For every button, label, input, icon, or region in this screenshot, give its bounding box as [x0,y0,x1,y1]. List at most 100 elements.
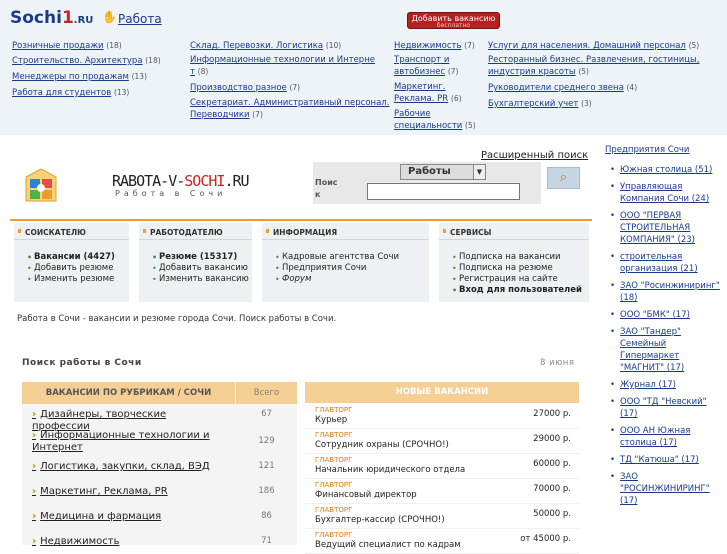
search-type-select[interactable]: Работы ▼ [400,164,486,180]
top-category[interactable]: Ресторанный бизнес. Развлечения, гостини… [488,55,713,78]
sidebar-item[interactable]: ООО "ПЕРВАЯ СТРОИТЕЛЬНАЯ КОМПАНИЯ" (23) [620,211,695,245]
company-name: ГЛАВТОРГ [315,431,353,439]
company-name: ГЛАВТОРГ [315,456,353,464]
vacancy-title[interactable]: Ведущий специалист по кадрам [315,540,461,550]
sidebar-item[interactable]: ООО "БМК" (17) [620,310,690,320]
rubric-link[interactable]: Недвижимость [32,536,222,548]
sidebar-item[interactable]: Журнал (17) [620,380,676,390]
sidebar-title[interactable]: Предприятия Сочи [605,145,689,155]
rubric-count: 186 [258,486,275,496]
vacancy-salary: 70000 р. [533,484,571,494]
rubric-link[interactable]: Маркетинг, Реклама, PR [32,486,222,498]
link-agencies[interactable]: Кадровые агентства Сочи [275,252,429,263]
search-input[interactable] [367,183,520,200]
table-row[interactable]: ГЛАВТОРГ Курьер 27000 р. [305,404,579,429]
search-button[interactable]: ⌕ [547,167,580,189]
box-title: ИНФОРМАЦИЯ [273,228,338,237]
rubrics-table: ВАКАНСИИ ПО РУБРИКАМ / СОЧИ Всего Дизайн… [22,382,297,548]
rubric-link[interactable]: Информационные технологии и Интернет [32,430,222,454]
rubric-count: 67 [261,409,272,419]
box-employer: РАБОТОДАТЕЛЮ Резюме (15317) Добавить вак… [139,223,252,302]
top-category[interactable]: Руководители среднего звена (4) [488,82,713,94]
table-row[interactable]: ГЛАВТОРГ Финансовый директор 70000 р. [305,479,579,504]
table-row[interactable]: ГЛАВТОРГ Ведущий специалист по кадрам от 4… [305,529,579,554]
divider [10,219,592,221]
link-companies[interactable]: Предприятия Сочи [275,263,429,274]
link-vacancies[interactable]: Вакансии (4427) [27,252,129,263]
rubric-count: 86 [261,511,272,521]
section-date: 8 июня [540,358,575,368]
sidebar-item[interactable]: ЗАО "Росинжиниринг" (18) [620,281,720,303]
vacancy-salary: 50000 р. [533,509,571,519]
vacancy-salary: 60000 р. [533,459,571,469]
link-login[interactable]: Вход для пользователей [452,285,589,296]
chevron-down-icon: ▼ [473,165,485,179]
vacancy-title[interactable]: Курьер [315,415,347,425]
new-vacancies-header: НОВЫЕ ВАКАНСИИ [305,382,579,403]
sidebar-list: Южная столица (51) Управляющая Компания … [610,164,722,512]
table-row[interactable]: ГЛАВТОРГ Сотрудник охраны (СРОЧНО!) 29000 … [305,429,579,454]
advanced-search-link[interactable]: Расширенный поиск [481,150,588,161]
sidebar-item[interactable]: Южная столица (51) [620,165,712,175]
link-sub-vacancies[interactable]: Подписка на вакансии [452,252,589,263]
link-register[interactable]: Регистрация на сайте [452,274,589,285]
top-category[interactable]: Секретариат. Административный персонал. … [190,98,390,121]
sidebar-item[interactable]: строительная организация (21) [620,252,698,274]
top-category[interactable]: Транспорт и автобизнес (7) [394,55,474,78]
rubric-count: 121 [258,461,275,471]
company-name: ГЛАВТОРГ [315,481,353,489]
top-category[interactable]: Менеджеры по продажам (13) [12,71,182,83]
vacancy-title[interactable]: Начальник юридического отдела [315,465,465,475]
rubric-link[interactable]: Медицина и фармация [32,511,222,523]
link-add-resume[interactable]: Добавить резюме [27,263,129,274]
intro-text: Работа в Сочи - вакансии и резюме города… [17,314,337,324]
sidebar-item[interactable]: ООО АН Южная столица (17) [620,426,690,448]
table-row[interactable]: ГЛАВТОРГ Начальник юридического отдела 600… [305,454,579,479]
top-category[interactable]: Бухгалтерский учет (3) [488,98,713,110]
sidebar-item[interactable]: ЗАО "РОСИНЖИНИРИНГ" (17) [620,472,710,506]
rubrics-total-header: Всего [236,382,297,404]
sidebar-item[interactable]: Управляющая Компания Сочи (24) [620,182,709,204]
sidebar-item[interactable]: ЗАО "Тандер" Семейный Гипермаркет "МАГНИ… [620,327,684,373]
top-category[interactable]: Услуги для населения. Домашний персонал … [488,40,723,52]
sidebar-item[interactable]: ТД "Катюша" (17) [620,455,699,465]
search-label: Поис к [315,178,338,199]
top-category[interactable]: Производство разное (7) [190,82,380,94]
box-seeker: СОИСКАТЕЛЮ Вакансии (4427) Добавить резю… [14,223,129,302]
box-info: ИНФОРМАЦИЯ Кадровые агентства Сочи Предп… [262,223,429,302]
top-category[interactable]: Маркетинг. Реклама. PR (6) [394,82,474,105]
handshake-icon: ✋ [102,10,117,24]
company-name: ГЛАВТОРГ [315,531,353,539]
new-vacancies-table: НОВЫЕ ВАКАНСИИ ГЛАВТОРГ Курьер 27000 р. ГЛ… [305,382,579,554]
link-forum[interactable]: Форум [275,274,429,285]
table-row[interactable]: ГЛАВТОРГ Бухгалтер-кассир (СРОЧНО!) 50000 … [305,504,579,529]
company-name: ГЛАВТОРГ [315,506,353,514]
sidebar-item[interactable]: ООО "ТД "Невский" (17) [620,397,707,419]
top-category[interactable]: Розничные продажи (18) [12,40,182,52]
top-category[interactable]: Строительство. Архитектура (18) [12,55,182,67]
top-category[interactable]: Работа для студентов (13) [12,87,182,99]
section-link-rabota[interactable]: Работа [118,12,162,26]
link-edit-resume[interactable]: Изменить резюме [27,274,129,285]
vacancy-title[interactable]: Финансовый директор [315,490,417,500]
vacancy-salary: от 45000 р. [520,534,571,544]
top-category[interactable]: Недвижимость (7) [394,40,484,52]
rubric-link[interactable]: Логистика, закупки, склад, ВЭД [32,461,222,473]
sochi-emblem-logo[interactable] [22,165,60,205]
link-sub-resumes[interactable]: Подписка на резюме [452,263,589,274]
top-category[interactable]: Склад. Перевозки. Логистика (10) [190,40,390,52]
rubrics-header: ВАКАНСИИ ПО РУБРИКАМ / СОЧИ [22,382,235,404]
top-category[interactable]: Информационные технологии и Интерне т (8… [190,55,380,78]
site-name[interactable]: RABOTA-V-SOCHI.RU [112,172,250,190]
sochi1-logo[interactable]: Sochi1.RU [10,8,93,28]
vacancy-title[interactable]: Бухгалтер-кассир (СРОЧНО!) [315,515,445,525]
box-title: РАБОТОДАТЕЛЮ [150,228,223,237]
top-category[interactable]: Рабочие специальности (5) [394,109,484,132]
magnifier-icon: ⌕ [559,170,568,185]
add-vacancy-button[interactable]: Добавить вакансию бесплатно [407,12,500,29]
link-add-vacancy[interactable]: Добавить вакансию [152,263,252,274]
link-resumes[interactable]: Резюме (15317) [152,252,252,263]
vacancy-title[interactable]: Сотрудник охраны (СРОЧНО!) [315,440,449,450]
link-edit-vacancy[interactable]: Изменить вакансию [152,274,252,285]
vacancy-salary: 27000 р. [533,409,571,419]
